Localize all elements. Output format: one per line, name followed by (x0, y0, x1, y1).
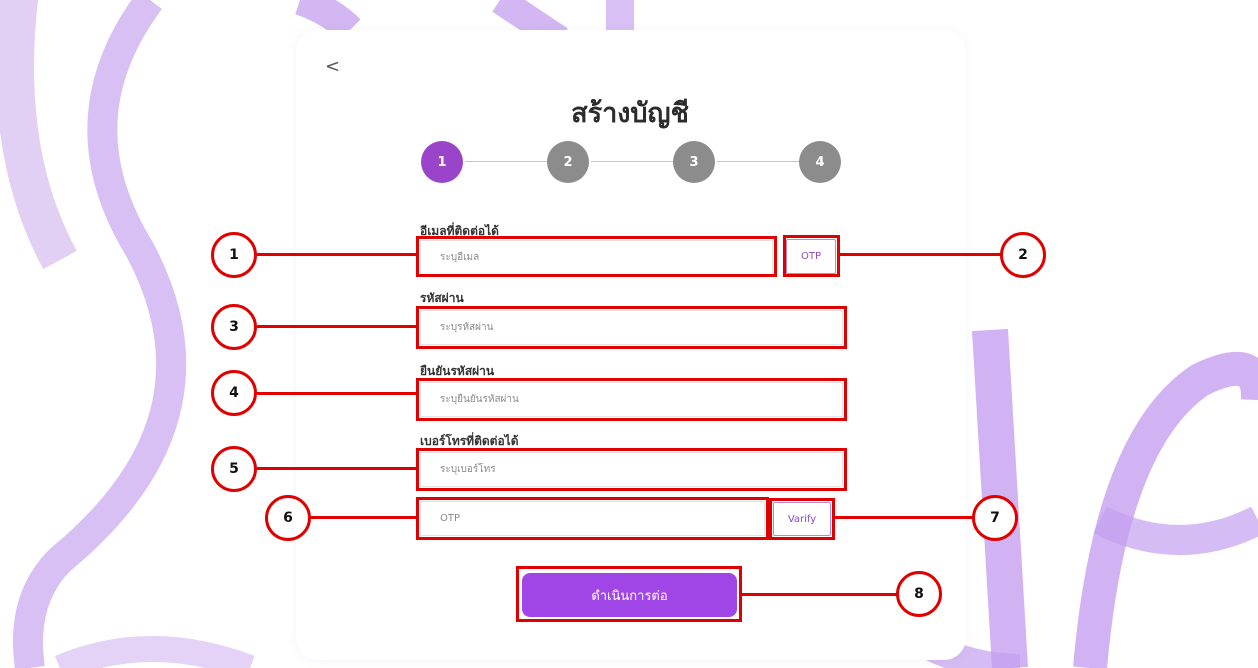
step-connector (717, 161, 799, 162)
callout-marker-1: 1 (211, 232, 257, 278)
callout-line-2 (839, 253, 1001, 256)
back-icon[interactable]: < (325, 56, 340, 77)
callout-marker-3: 3 (211, 304, 257, 350)
callout-box-8 (516, 566, 742, 622)
step-connector (465, 161, 547, 162)
step-2: 2 (547, 141, 589, 183)
callout-box-4 (416, 378, 847, 421)
callout-marker-6: 6 (265, 495, 311, 541)
callout-box-6 (416, 497, 769, 540)
callout-line-4 (257, 392, 417, 395)
callout-box-5 (416, 448, 847, 491)
callout-line-8 (741, 593, 897, 596)
callout-line-5 (257, 467, 417, 470)
callout-box-3 (416, 306, 847, 349)
callout-box-1 (416, 236, 777, 277)
page-title: สร้างบัญชี (571, 98, 689, 129)
callout-line-6 (310, 516, 417, 519)
callout-marker-2: 2 (1000, 232, 1046, 278)
callout-marker-7: 7 (972, 495, 1018, 541)
callout-line-1 (257, 253, 417, 256)
step-4: 4 (799, 141, 841, 183)
step-3: 3 (673, 141, 715, 183)
callout-line-3 (257, 325, 417, 328)
callout-box-7 (769, 498, 835, 540)
callout-marker-5: 5 (211, 446, 257, 492)
callout-box-2 (783, 235, 840, 277)
callout-line-7 (834, 516, 974, 519)
callout-marker-4: 4 (211, 370, 257, 416)
step-connector (591, 161, 673, 162)
callout-marker-8: 8 (896, 571, 942, 617)
step-1: 1 (421, 141, 463, 183)
